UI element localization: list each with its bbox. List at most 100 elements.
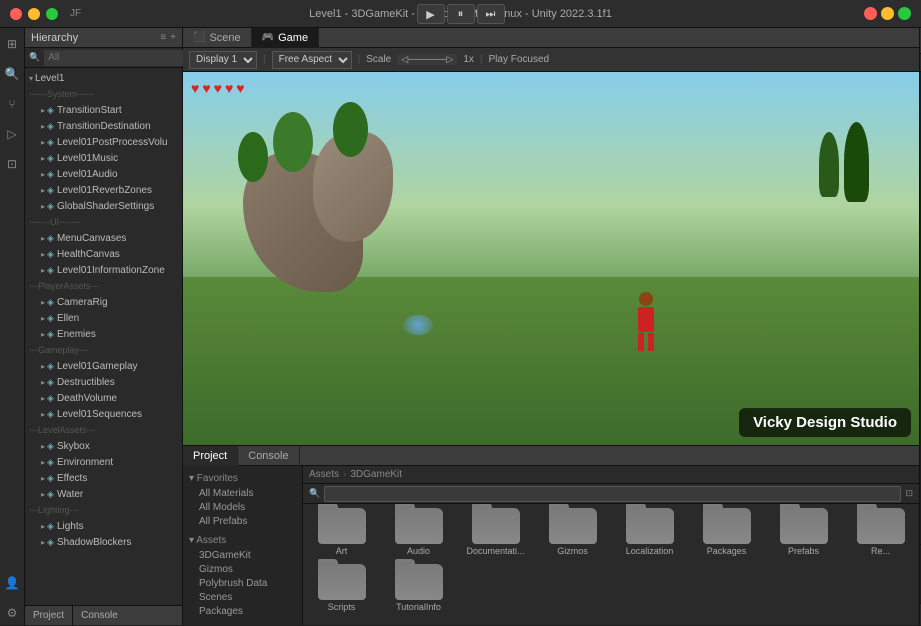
tree-item-reverb[interactable]: ▸◈ Level01ReverbZones	[25, 182, 182, 198]
step-button[interactable]: ⏭	[477, 4, 505, 24]
traffic-red	[864, 7, 877, 20]
toolbar-sep1: |	[263, 54, 266, 65]
all-prefabs[interactable]: All Prefabs	[183, 514, 302, 528]
tree-item-effects[interactable]: ▸◈ Effects	[25, 470, 182, 486]
search-icon-btn[interactable]: 🔍	[0, 62, 24, 86]
watermark-text: Vicky Design Studio	[739, 408, 911, 437]
aspect-select[interactable]: Free Aspect	[272, 51, 352, 69]
game-viewport: ♥ ♥ ♥ ♥ ♥ Vicky Design Studio	[183, 72, 919, 445]
tree-item-level1[interactable]: ▾ Level1	[25, 70, 182, 86]
game-icon: 🎮	[262, 32, 274, 43]
console-tab-btn[interactable]: Console	[73, 606, 126, 625]
tree-vegetation2	[273, 112, 313, 172]
tree-vegetation1	[238, 132, 268, 182]
folder-tutorialinfo[interactable]: TutorialInfo	[386, 564, 451, 612]
tree-item-shadow[interactable]: ▸◈ ShadowBlockers	[25, 534, 182, 550]
maximize-dot[interactable]	[46, 8, 58, 20]
tree-item-camerarig[interactable]: ▸◈ CameraRig	[25, 294, 182, 310]
folder-re[interactable]: Re...	[848, 508, 913, 556]
heart-3: ♥	[214, 80, 222, 96]
all-models[interactable]: All Models	[183, 500, 302, 514]
display-select[interactable]: Display 1	[189, 51, 257, 69]
folder-scripts[interactable]: Scripts	[309, 564, 374, 612]
tab-project[interactable]: Project	[183, 446, 238, 466]
minimize-dot[interactable]	[28, 8, 40, 20]
hierarchy-header-icons[interactable]: ≡ +	[160, 32, 176, 43]
play-controls[interactable]: ▶ ⏸ ⏭	[417, 4, 505, 24]
tree-label: Level01Sequences	[57, 409, 142, 420]
heart-4: ♥	[225, 80, 233, 96]
tree-item-destructibles[interactable]: ▸◈ Destructibles	[25, 374, 182, 390]
tree-item-health[interactable]: ▸◈ HealthCanvas	[25, 246, 182, 262]
hud-hearts: ♥ ♥ ♥ ♥ ♥	[191, 80, 245, 96]
project-search-input[interactable]	[324, 486, 901, 502]
tree-label: Destructibles	[57, 377, 115, 388]
folder-tutorialinfo-icon	[395, 564, 443, 600]
folder-doc[interactable]: Documentati...	[463, 508, 528, 556]
hierarchy-title: Hierarchy	[31, 32, 78, 44]
tree-item-gameplay[interactable]: ▸◈ Level01Gameplay	[25, 358, 182, 374]
all-materials[interactable]: All Materials	[183, 486, 302, 500]
extensions-icon-btn[interactable]: ⊡	[0, 152, 24, 176]
char-leg-left	[638, 333, 644, 351]
play-button[interactable]: ▶	[417, 4, 445, 24]
tree-item-menucanvas[interactable]: ▸◈ MenuCanvases	[25, 230, 182, 246]
gameobj-icon20: ◈	[47, 473, 54, 484]
tree-item-enemies[interactable]: ▸◈ Enemies	[25, 326, 182, 342]
bottom-panel-tabs: Project Console	[25, 605, 182, 625]
breadcrumb-assets: Assets	[309, 469, 339, 480]
scenes-sidebar[interactable]: Scenes	[183, 590, 302, 604]
gizmos-sidebar[interactable]: Gizmos	[183, 562, 302, 576]
tree-item-lights[interactable]: ▸◈ Lights	[25, 518, 182, 534]
folder-loc[interactable]: Localization	[617, 508, 682, 556]
account-icon-btn[interactable]: 👤	[0, 571, 24, 595]
gameobj-icon8: ◈	[47, 233, 54, 244]
source-control-icon-btn[interactable]: ⑂	[0, 92, 24, 116]
hierarchy-search-bar: 🔍	[25, 48, 182, 68]
settings-icon-btn[interactable]: ⚙	[0, 601, 24, 625]
hierarchy-search-input[interactable]	[44, 50, 184, 66]
tree-item-death[interactable]: ▸◈ DeathVolume	[25, 390, 182, 406]
folder-gizmos[interactable]: Gizmos	[540, 508, 605, 556]
folder-re-label: Re...	[851, 546, 911, 556]
folder-audio[interactable]: Audio	[386, 508, 451, 556]
window-controls[interactable]: JF	[10, 8, 81, 20]
scale-slider[interactable]: ◁──────▷	[397, 54, 457, 65]
folder-prefabs[interactable]: Prefabs	[771, 508, 836, 556]
hierarchy-add-icon[interactable]: +	[170, 32, 176, 43]
tree-item-water[interactable]: ▸◈ Water	[25, 486, 182, 502]
polybrush-sidebar[interactable]: Polybrush Data	[183, 576, 302, 590]
hierarchy-panel: Hierarchy ≡ + 🔍 ▾ Level1 ------System---…	[25, 28, 183, 625]
watermark-container: Vicky Design Studio	[739, 408, 911, 437]
debug-icon-btn[interactable]: ▷	[0, 122, 24, 146]
tab-scene[interactable]: ⬛ Scene	[183, 28, 252, 48]
scale-value: 1x	[463, 54, 474, 65]
tab-game[interactable]: 🎮 Game	[252, 28, 319, 48]
folder-art[interactable]: Art	[309, 508, 374, 556]
close-dot[interactable]	[10, 8, 22, 20]
hierarchy-menu-icon[interactable]: ≡	[160, 32, 166, 43]
tree-item-sequences[interactable]: ▸◈ Level01Sequences	[25, 406, 182, 422]
tree-item-shader[interactable]: ▸◈ GlobalShaderSettings	[25, 198, 182, 214]
hierarchy-icon-btn[interactable]: ⊞	[0, 32, 24, 56]
view-tabs-bar: ⬛ Scene 🎮 Game	[183, 28, 919, 48]
tree-item-audio[interactable]: ▸◈ Level01Audio	[25, 166, 182, 182]
tree-item-music[interactable]: ▸◈ Level01Music	[25, 150, 182, 166]
tree-label: CameraRig	[57, 297, 108, 308]
filter-icon[interactable]: ⊡	[905, 488, 913, 499]
3dgamekit-sidebar[interactable]: 3DGameKit	[183, 548, 302, 562]
packages-sidebar[interactable]: Packages	[183, 604, 302, 618]
folder-packages[interactable]: Packages	[694, 508, 759, 556]
tree-item-postprocess[interactable]: ▸◈ Level01PostProcessVolu	[25, 134, 182, 150]
pause-button[interactable]: ⏸	[447, 4, 475, 24]
tree-item-transitiondest[interactable]: ▸◈ TransitionDestination	[25, 118, 182, 134]
tree-item-skybox[interactable]: ▸◈ Skybox	[25, 438, 182, 454]
project-tab-btn[interactable]: Project	[25, 606, 73, 625]
tree-item-ellen[interactable]: ▸◈ Ellen	[25, 310, 182, 326]
gameobj-icon: ◈	[47, 105, 54, 116]
tree-item-env[interactable]: ▸◈ Environment	[25, 454, 182, 470]
tree-item-transitionstart[interactable]: ▸◈ TransitionStart	[25, 102, 182, 118]
tree-item-infozone[interactable]: ▸◈ Level01InformationZone	[25, 262, 182, 278]
tab-console[interactable]: Console	[238, 446, 299, 466]
scale-label: Scale	[366, 54, 391, 65]
